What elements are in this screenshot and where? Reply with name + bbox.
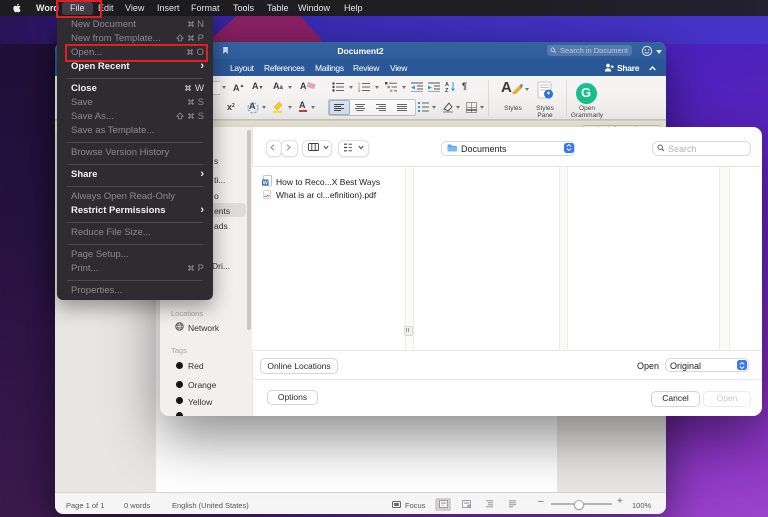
svg-text:W: W	[263, 181, 269, 186]
svg-text:Z: Z	[445, 88, 449, 92]
svg-text:3: 3	[358, 89, 360, 92]
